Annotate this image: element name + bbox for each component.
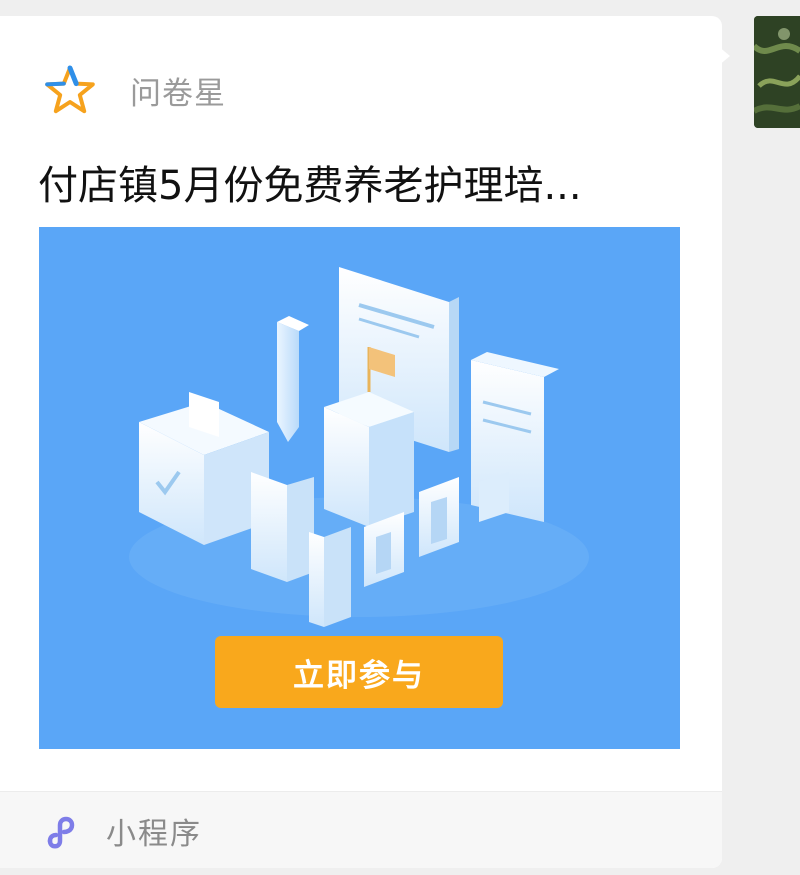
- mini-program-card[interactable]: 问卷星 付店镇5月份免费养老护理培... 立即参与 小程序: [0, 16, 722, 868]
- star-icon: [45, 65, 95, 114]
- avatar[interactable]: [754, 16, 800, 128]
- card-banner-image[interactable]: 立即参与: [39, 227, 680, 749]
- bubble-tail: [718, 46, 730, 66]
- join-now-button[interactable]: 立即参与: [215, 636, 503, 708]
- app-name: 问卷星: [130, 75, 226, 112]
- card-header: 问卷星: [44, 62, 226, 118]
- mini-program-label: 小程序: [106, 817, 202, 852]
- mini-program-icon: [47, 816, 75, 849]
- card-title: 付店镇5月份免费养老护理培...: [38, 163, 582, 209]
- avatar-photo: [754, 16, 800, 128]
- card-footer: 小程序: [0, 791, 722, 868]
